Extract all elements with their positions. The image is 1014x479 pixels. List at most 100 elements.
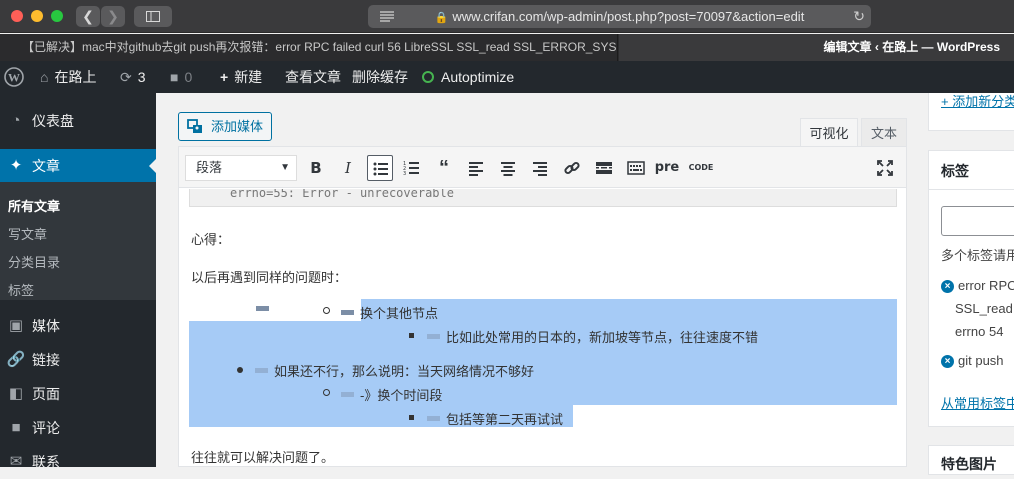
submenu-categories[interactable]: 分类目录 xyxy=(8,252,60,271)
lock-icon: 🔒 xyxy=(434,12,449,24)
list-dash xyxy=(256,306,269,311)
plus-icon: + xyxy=(220,69,229,85)
caret-down-icon: ▼ xyxy=(280,162,290,173)
numbered-list-icon[interactable]: 123 xyxy=(399,155,425,181)
add-media-icon xyxy=(187,119,202,133)
remove-tag-icon[interactable]: × xyxy=(941,280,954,293)
menu-dashboard[interactable]: ◔ 仪表盘 xyxy=(0,104,156,138)
forward-button[interactable]: ❯ xyxy=(101,6,125,27)
fullscreen-icon[interactable] xyxy=(872,155,898,181)
paragraph-next-time: 以后再遇到同样的问题时： xyxy=(191,271,348,286)
toolbar-toggle-icon[interactable] xyxy=(623,155,649,181)
italic-icon[interactable]: I xyxy=(335,155,361,181)
code-block: errno=55: Error - unrecoverable xyxy=(189,189,897,207)
sidebar-icon xyxy=(146,11,160,22)
menu-posts[interactable]: ✦ 文章 xyxy=(0,149,156,183)
submenu-write-post[interactable]: 写文章 xyxy=(8,224,47,243)
editor-toolbar: 段落 ▼ B I 123 “ pre CODE xyxy=(179,147,906,188)
bold-icon[interactable]: B xyxy=(303,155,329,181)
page-icon: ◧ xyxy=(8,385,24,402)
paragraph-insight: 心得： xyxy=(191,233,231,248)
bullet-disc xyxy=(237,367,243,373)
list-dash xyxy=(427,334,440,339)
svg-text:W: W xyxy=(8,71,20,85)
code-icon[interactable]: CODE xyxy=(686,155,716,181)
updates-link[interactable]: ⟳ 3 xyxy=(120,61,146,93)
dashboard-icon: ◔ xyxy=(11,112,21,129)
reload-icon[interactable]: ↻ xyxy=(853,5,865,28)
remove-tag-icon[interactable]: × xyxy=(941,355,954,368)
align-center-icon[interactable] xyxy=(495,155,521,181)
wordpress-logo-icon[interactable]: W xyxy=(4,61,24,93)
bullet-list-icon[interactable] xyxy=(367,155,393,181)
menu-comments[interactable]: ■ 评论 xyxy=(0,411,156,445)
bullet-circle xyxy=(323,307,330,314)
read-more-icon[interactable] xyxy=(591,155,617,181)
tag-line: errno 54 xyxy=(955,324,1004,339)
bullet-square xyxy=(409,415,414,420)
browser-titlebar: ❮ ❯ 🔒 www.crifan.com/wp-admin/post.php?po… xyxy=(0,0,1014,33)
minimize-window-button[interactable] xyxy=(31,10,43,22)
tag-line: git push xyxy=(958,353,1004,368)
format-select[interactable]: 段落 ▼ xyxy=(185,155,297,181)
close-window-button[interactable] xyxy=(11,10,23,22)
wp-admin-bar: W ⌂ 在路上 ⟳ 3 ■ 0 + 新建 查看文章 删除缓存 Autoptimize xyxy=(0,61,1014,93)
tab-text[interactable]: 文本 xyxy=(861,118,907,147)
site-name-link[interactable]: ⌂ 在路上 xyxy=(40,61,96,93)
media-icon: ▣ xyxy=(8,317,24,334)
url-text: www.crifan.com/wp-admin/post.php?post=70… xyxy=(452,9,805,24)
featured-image-title: 特色图片 xyxy=(941,456,997,472)
comments-link[interactable]: ■ 0 xyxy=(170,61,192,93)
tab-edit-post[interactable]: 编辑文章 ‹ 在路上 — WordPress xyxy=(619,34,1014,61)
align-left-icon[interactable] xyxy=(463,155,489,181)
list-dash xyxy=(427,416,440,421)
home-icon: ⌂ xyxy=(40,69,49,85)
tags-title: 标签 xyxy=(941,163,969,179)
blockquote-icon[interactable]: “ xyxy=(431,155,457,181)
sidebar-toggle-button[interactable] xyxy=(134,6,172,27)
list-marker xyxy=(256,303,275,318)
add-media-button[interactable]: 添加媒体 xyxy=(178,112,272,141)
align-right-icon[interactable] xyxy=(527,155,553,181)
reader-icon[interactable] xyxy=(375,5,399,28)
list-dash xyxy=(341,392,354,397)
new-content-link[interactable]: + 新建 xyxy=(220,61,262,93)
tab-solved-post[interactable]: 【已解决】mac中对github去git push再次报错：error RPC … xyxy=(0,34,618,61)
clear-cache-link[interactable]: 删除缓存 xyxy=(352,61,408,93)
tab-visual[interactable]: 可视化 xyxy=(800,118,858,147)
featured-image-box: 特色图片 xyxy=(928,445,1014,475)
list-item: 如果还不行，那么说明：当天网络情况不够好 xyxy=(255,361,534,380)
status-circle-icon xyxy=(422,71,434,83)
pre-icon[interactable]: pre xyxy=(654,155,680,181)
updates-icon: ⟳ xyxy=(120,69,132,85)
svg-text:3: 3 xyxy=(403,171,406,177)
categories-box: + 添加新分类 xyxy=(928,93,1014,131)
menu-media[interactable]: ▣ 媒体 xyxy=(0,309,156,343)
zoom-window-button[interactable] xyxy=(51,10,63,22)
address-bar[interactable]: 🔒 www.crifan.com/wp-admin/post.php?post=7… xyxy=(368,5,871,28)
editor: 段落 ▼ B I 123 “ pre CODE errno=55: Error … xyxy=(178,146,907,467)
menu-contact[interactable]: ✉ 联系 xyxy=(0,445,156,479)
menu-links[interactable]: 🔗 链接 xyxy=(0,343,156,377)
tag-input[interactable] xyxy=(941,206,1014,236)
add-category-link[interactable]: + 添加新分类 xyxy=(941,93,1014,110)
code-line: errno=55: Error - unrecoverable xyxy=(230,189,454,200)
link-icon: 🔗 xyxy=(6,351,26,368)
pin-icon: ✦ xyxy=(9,157,23,174)
view-post-link[interactable]: 查看文章 xyxy=(285,61,341,93)
bullet-circle xyxy=(323,389,330,396)
link-icon[interactable] xyxy=(559,155,585,181)
editor-content[interactable]: errno=55: Error - unrecoverable 心得： 以后再遇… xyxy=(179,189,906,466)
autoptimize-link[interactable]: Autoptimize xyxy=(422,61,514,93)
list-item: 包括等第二天再试试 xyxy=(427,409,563,428)
selection-highlight xyxy=(361,299,897,321)
back-button[interactable]: ❮ xyxy=(76,6,100,27)
submenu-tags[interactable]: 标签 xyxy=(8,280,34,299)
bullet-square xyxy=(409,333,414,338)
tag-line: error RPC xyxy=(958,278,1014,293)
contact-icon: ✉ xyxy=(9,453,23,470)
list-dash xyxy=(341,310,354,315)
choose-common-tags-link[interactable]: 从常用标签中 xyxy=(941,393,1014,412)
submenu-all-posts[interactable]: 所有文章 xyxy=(8,196,60,215)
menu-pages[interactable]: ◧ 页面 xyxy=(0,377,156,411)
